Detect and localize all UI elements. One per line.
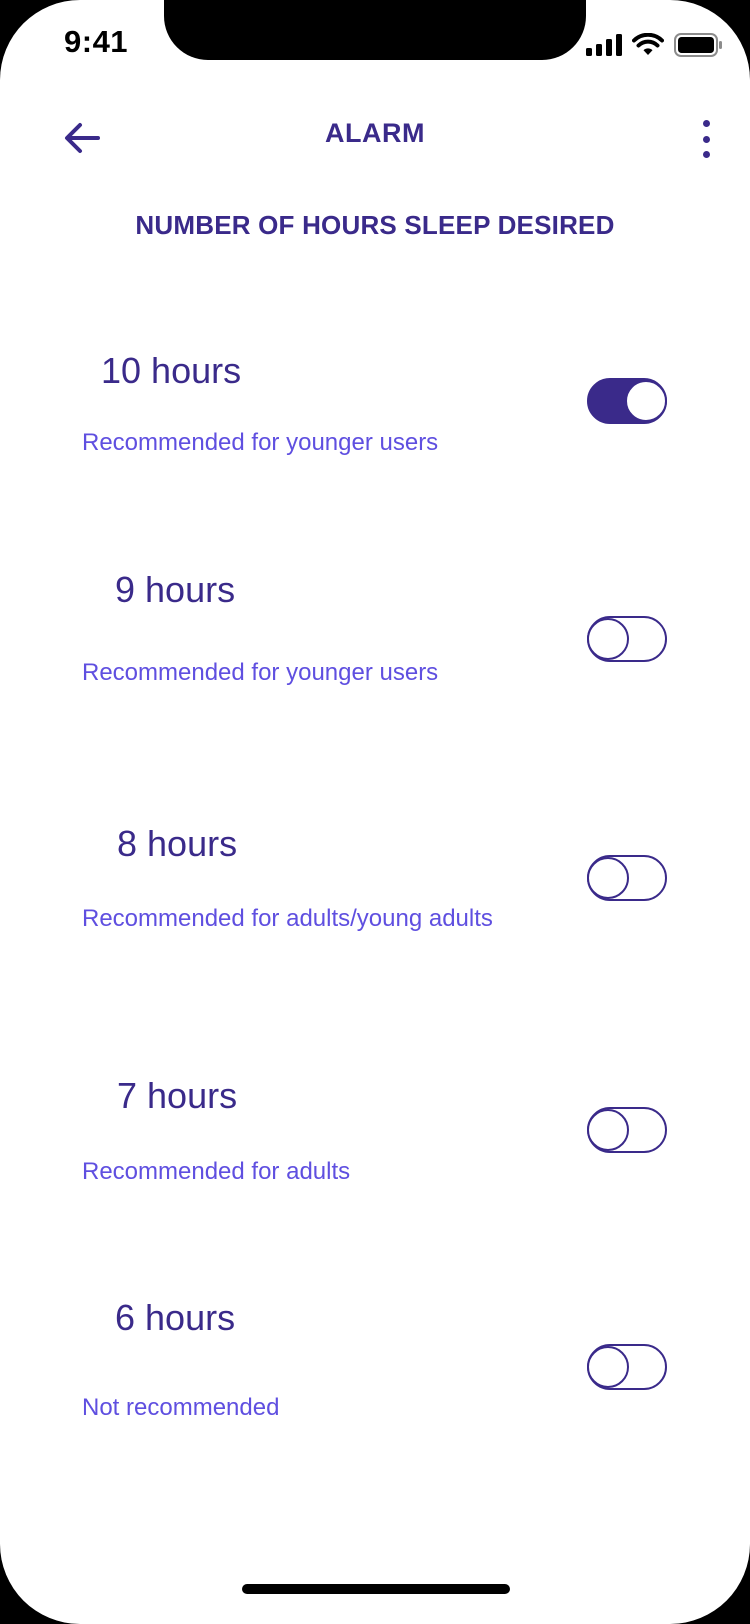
status-time: 9:41 xyxy=(64,24,129,59)
home-indicator[interactable] xyxy=(242,1584,510,1594)
status-icons xyxy=(586,32,722,58)
toggle-8-hours[interactable] xyxy=(587,855,667,901)
option-hours-label: 9 hours xyxy=(115,569,236,610)
option-description: Recommended for younger users xyxy=(82,659,439,686)
sleep-option-8h: 8 hours Recommended for adults/young adu… xyxy=(0,820,750,950)
more-options-button[interactable] xyxy=(698,120,714,158)
toggle-knob xyxy=(587,1346,629,1388)
more-vertical-icon-dot xyxy=(702,135,710,143)
toggle-knob xyxy=(587,1109,629,1151)
signal-icon xyxy=(586,34,622,56)
option-description: Recommended for adults/young adults xyxy=(82,905,493,932)
option-description: Not recommended xyxy=(82,1394,280,1421)
toggle-7-hours[interactable] xyxy=(587,1107,667,1153)
more-vertical-icon-dot xyxy=(702,151,710,158)
sleep-option-7h: 7 hours Recommended for adults xyxy=(0,1072,750,1202)
toggle-knob xyxy=(587,618,629,660)
toggle-10-hours[interactable] xyxy=(587,378,667,424)
option-hours-label: 7 hours xyxy=(117,1075,238,1116)
toggle-6-hours[interactable] xyxy=(587,1344,667,1390)
sleep-option-6h: 6 hours Not recommended xyxy=(0,1294,750,1424)
device-notch xyxy=(164,0,586,60)
option-description: Recommended for younger users xyxy=(82,429,439,456)
battery-icon xyxy=(674,33,722,57)
sleep-option-9h: 9 hours Recommended for younger users xyxy=(0,566,750,696)
option-hours-label: 10 hours xyxy=(101,350,242,391)
toggle-9-hours[interactable] xyxy=(587,616,667,662)
toggle-knob xyxy=(625,380,667,422)
phone-screen: 9:41 ALARM NUMBER OF HOURS SLEEP DESIRED… xyxy=(0,0,750,1624)
option-hours-label: 6 hours xyxy=(115,1297,236,1338)
wifi-icon xyxy=(632,33,664,57)
more-vertical-icon-dot xyxy=(702,120,710,127)
option-hours-label: 8 hours xyxy=(117,823,238,864)
section-heading: NUMBER OF HOURS SLEEP DESIRED xyxy=(135,210,615,240)
option-description: Recommended for adults xyxy=(82,1158,351,1185)
toggle-knob xyxy=(587,857,629,899)
sleep-option-10h: 10 hours Recommended for younger users xyxy=(0,338,750,468)
page-title: ALARM xyxy=(325,118,425,148)
